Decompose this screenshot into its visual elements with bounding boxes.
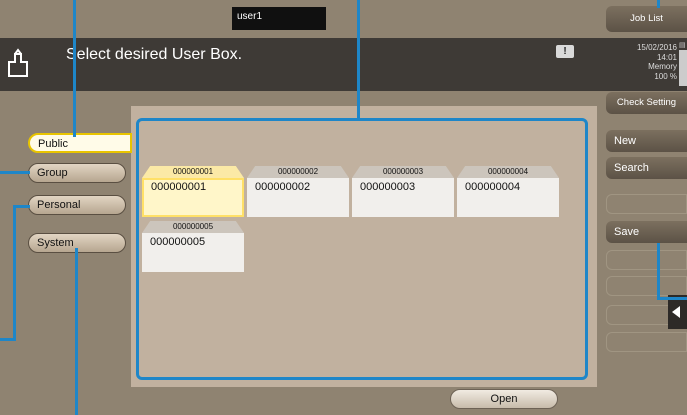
alert-icon[interactable]: !	[556, 45, 574, 58]
memory-label: Memory	[648, 62, 677, 71]
disabled-menu-item	[606, 194, 687, 214]
tab-public[interactable]: Public	[28, 133, 132, 153]
memory-gauge	[679, 50, 687, 86]
tab-group[interactable]: Group	[28, 163, 126, 183]
disabled-menu-item	[606, 332, 687, 352]
callout-line	[0, 338, 16, 341]
open-button[interactable]: Open	[450, 389, 558, 409]
callout-line	[75, 248, 78, 415]
callout-line	[657, 297, 687, 300]
check-setting-button[interactable]: Check Setting	[606, 92, 687, 114]
disabled-menu-item	[606, 250, 687, 270]
status-text: 15/02/2016 14:01 Memory 100 %	[610, 43, 677, 81]
save-button[interactable]: Save	[606, 221, 687, 243]
disabled-menu-item	[606, 276, 687, 296]
callout-line	[13, 205, 16, 340]
callout-line	[0, 171, 30, 174]
collapse-arrow-icon[interactable]	[668, 295, 687, 329]
callout-line	[657, 243, 660, 300]
date-label: 15/02/2016	[636, 43, 677, 52]
memory-gauge-fill	[680, 51, 686, 85]
page-title: Select desired User Box.	[66, 46, 243, 63]
user-box-area	[136, 118, 588, 380]
time-label: 14:01	[656, 52, 677, 62]
search-button[interactable]: Search	[606, 157, 687, 179]
job-list-button[interactable]: Job List	[606, 6, 687, 32]
tab-personal[interactable]: Personal	[28, 195, 126, 215]
document-icon: ▤	[679, 42, 686, 49]
memory-value: 100 %	[654, 71, 677, 81]
user-name: user1	[232, 7, 326, 30]
callout-line	[73, 0, 76, 137]
top-bar	[0, 0, 687, 38]
callout-line	[657, 0, 660, 8]
user-box-icon	[8, 48, 28, 77]
new-button[interactable]: New	[606, 130, 687, 152]
callout-line	[357, 0, 360, 118]
